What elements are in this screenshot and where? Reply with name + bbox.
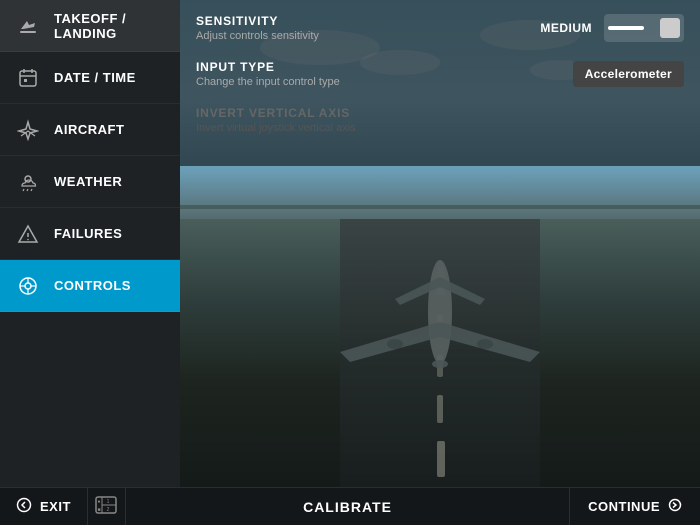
- sidebar-item-aircraft-label: AIRCRAFT: [54, 122, 124, 137]
- sensitivity-control: MEDIUM: [540, 14, 684, 42]
- sidebar-item-takeoff-landing-label: TAKEOFF / LANDING: [54, 11, 166, 41]
- calendar-icon: [14, 64, 42, 92]
- sidebar-item-failures[interactable]: FAILURES: [0, 208, 180, 260]
- slider-fill: [608, 26, 644, 30]
- sensitivity-setting: SENSITIVITY Adjust controls sensitivity …: [196, 14, 684, 42]
- sidebar-item-failures-label: FAILURES: [54, 226, 122, 241]
- continue-button[interactable]: CONTINUE: [570, 488, 700, 525]
- exit-button[interactable]: EXIT: [0, 488, 87, 525]
- sensitivity-slider[interactable]: [604, 14, 684, 42]
- invert-axis-desc: Invert virtual joystick vertical axis: [196, 122, 684, 134]
- exit-label: EXIT: [40, 499, 71, 514]
- exit-icon: [16, 497, 32, 516]
- sidebar-item-date-time-label: DATE / TIME: [54, 70, 136, 85]
- invert-axis-setting: INVERT VERTICAL AXIS Invert virtual joys…: [196, 106, 684, 134]
- sensitivity-title: SENSITIVITY: [196, 14, 540, 28]
- failures-icon: [14, 220, 42, 248]
- controls-icon: [14, 272, 42, 300]
- svg-text:2: 2: [107, 507, 110, 513]
- invert-axis-title: INVERT VERTICAL AXIS: [196, 106, 684, 120]
- svg-text:■: ■: [98, 507, 101, 513]
- horizon-line: [180, 205, 700, 209]
- sidebar-item-aircraft[interactable]: AIRCRAFT: [0, 104, 180, 156]
- sensitivity-value: MEDIUM: [540, 21, 592, 35]
- sensitivity-info: SENSITIVITY Adjust controls sensitivity: [196, 14, 540, 42]
- svg-text:1: 1: [107, 499, 110, 505]
- input-type-title: INPUT TYPE: [196, 60, 340, 74]
- airplane-silhouette: [330, 257, 550, 377]
- continue-label: CONTINUE: [588, 499, 660, 514]
- settings-panel: SENSITIVITY Adjust controls sensitivity …: [180, 0, 700, 166]
- slider-thumb[interactable]: [660, 18, 680, 38]
- sidebar-item-date-time[interactable]: DATE / TIME: [0, 52, 180, 104]
- input-type-desc: Change the input control type: [196, 76, 340, 88]
- input-type-info: INPUT TYPE Change the input control type: [196, 60, 340, 88]
- sidebar-item-controls-label: CONTROLS: [54, 278, 131, 293]
- weather-icon: [14, 168, 42, 196]
- continue-icon: [668, 498, 682, 515]
- aircraft-icon: [14, 116, 42, 144]
- calibrate-button[interactable]: CALIBRATE: [125, 488, 570, 525]
- calibrate-label: CALIBRATE: [303, 499, 392, 515]
- sidebar-item-takeoff-landing[interactable]: TAKEOFF / LANDING: [0, 0, 180, 52]
- sidebar: TAKEOFF / LANDING DATE / TIME AIRCRAFT: [0, 0, 180, 487]
- bottom-bar: EXIT 1 2 ● ■ CALIBRATE CONTINUE: [0, 487, 700, 525]
- input-type-row: INPUT TYPE Change the input control type…: [196, 60, 684, 88]
- svg-text:●: ●: [98, 499, 101, 505]
- sidebar-item-weather[interactable]: WEATHER: [0, 156, 180, 208]
- input-type-button[interactable]: Accelerometer: [573, 61, 684, 87]
- sidebar-item-weather-label: WEATHER: [54, 174, 122, 189]
- takeoff-icon: [14, 12, 42, 40]
- input-type-setting: INPUT TYPE Change the input control type…: [196, 60, 684, 88]
- sidebar-item-controls[interactable]: CONTROLS: [0, 260, 180, 312]
- help-button[interactable]: 1 2 ● ■: [87, 488, 125, 525]
- sensitivity-desc: Adjust controls sensitivity: [196, 30, 540, 42]
- help-icon: 1 2 ● ■: [95, 496, 117, 517]
